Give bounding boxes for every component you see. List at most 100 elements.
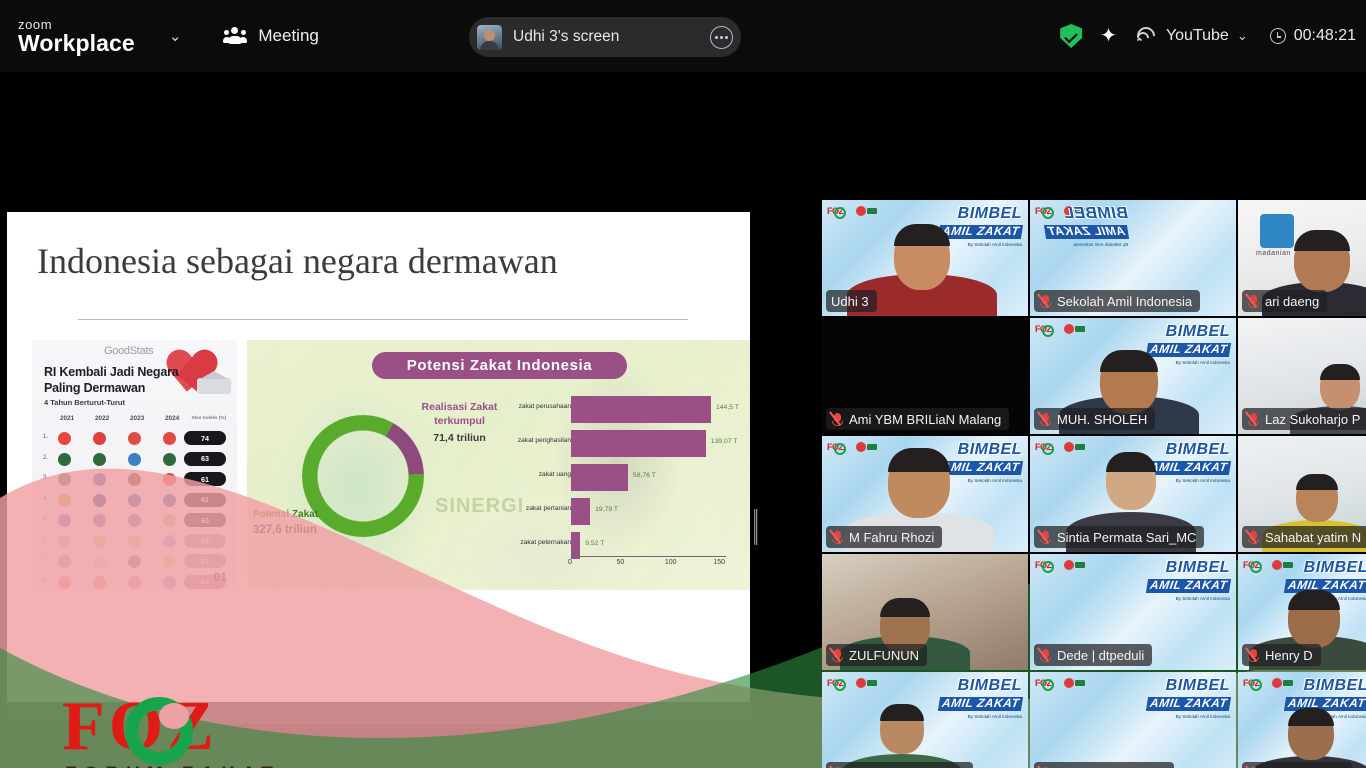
ranking-row: 5.Nigeria60 bbox=[32, 510, 237, 531]
madanian-logo-text: madanian bbox=[1256, 250, 1291, 257]
participant-tile[interactable]: BIMBELAMIL ZAKATBy Sekolah Amil Indonesi… bbox=[1238, 554, 1366, 670]
brand-zoom-text: zoom bbox=[18, 16, 53, 32]
screen-share-indicator[interactable]: Udhi 3's screen bbox=[469, 17, 741, 57]
more-options-icon[interactable] bbox=[710, 25, 733, 49]
participant-tile[interactable]: madanian ari daeng bbox=[1238, 200, 1366, 316]
infographic-subhead: 4 Tahun Berturut-Turut bbox=[44, 398, 125, 407]
participant-tile[interactable]: BIMBELAMIL ZAKATBy Sekolah Amil Indonesi… bbox=[822, 672, 1028, 768]
rank-number: 3. bbox=[43, 475, 49, 481]
foz-logo-icon bbox=[1035, 442, 1058, 455]
security-shield-icon[interactable] bbox=[1060, 24, 1083, 48]
country-score: 57 bbox=[184, 554, 226, 568]
screen-share-label: Udhi 3's screen bbox=[513, 28, 620, 45]
bar-category-label: zakat pertanian bbox=[525, 505, 571, 512]
country-flag-icon bbox=[93, 452, 106, 466]
bar-row: zakat pertanian 19,79 T bbox=[502, 497, 742, 527]
sai-logo-icon bbox=[856, 677, 878, 690]
country-flag-icon bbox=[58, 555, 71, 568]
country-flag-icon bbox=[163, 473, 176, 486]
topbar-right-group: ✦ YouTube ⌄ 00:48:21 bbox=[1060, 0, 1358, 72]
country-flag-icon bbox=[128, 575, 141, 589]
participant-tile[interactable]: ZULFUNUN bbox=[822, 554, 1028, 670]
year-column-header: 2022 bbox=[95, 415, 110, 422]
participant-tile[interactable]: BIMBELAMIL ZAKATBy Sekolah Amil Indonesi… bbox=[822, 436, 1028, 552]
ranking-row: 3.Singapura61 bbox=[32, 469, 237, 490]
year-column-header: 2021 bbox=[60, 415, 75, 422]
meeting-tab-label: Meeting bbox=[258, 26, 319, 45]
rank-number: 5. bbox=[43, 516, 49, 522]
participant-name: Udhi 3 bbox=[831, 293, 869, 309]
country-flag-icon bbox=[128, 473, 141, 486]
country-flag-icon bbox=[128, 452, 141, 466]
participant-tile[interactable]: BIMBELAMIL ZAKATBy Sekolah Amil Indonesi… bbox=[1030, 672, 1236, 768]
country-score: 63 bbox=[184, 451, 226, 466]
country-flag-icon bbox=[163, 432, 176, 445]
muted-microphone-icon bbox=[1037, 292, 1052, 309]
country-flag-icon bbox=[58, 452, 71, 466]
score-column-header: Skor Indeks (%) bbox=[191, 415, 226, 420]
bimbel-amil-zakat-graphic: BIMBEL AMIL ZAKAT By Sekolah Amil Indonesi… bbox=[1276, 678, 1366, 719]
livestream-label[interactable]: YouTube bbox=[1166, 27, 1229, 45]
rank-number: 6. bbox=[43, 536, 49, 543]
country-score: 61 bbox=[184, 472, 226, 486]
foz-subtitle: FORUM ZAKAT bbox=[65, 764, 280, 768]
year-column-header: 2024 bbox=[165, 415, 180, 422]
participant-tile[interactable]: Laz Sukoharjo P bbox=[1238, 318, 1366, 434]
bar-category-label: zakat perusahaan bbox=[518, 403, 571, 410]
participant-name: MUH. SHOLEH bbox=[1057, 411, 1148, 427]
livestream-icon[interactable] bbox=[1133, 23, 1159, 49]
ranking-table: 1.Indonesia742.Kenya633.Singapura614.Gam… bbox=[32, 428, 237, 590]
participant-tile[interactable]: Ami YBM BRILiaN Malang bbox=[822, 318, 1028, 434]
country-flag-icon bbox=[163, 514, 176, 527]
country-flag-icon bbox=[128, 432, 141, 445]
participant-tile[interactable]: BIMBELAMIL ZAKATBy Sekolah Amil Indonesi… bbox=[1030, 318, 1236, 434]
people-icon bbox=[223, 27, 248, 45]
madanian-logo bbox=[1260, 214, 1294, 248]
bar-value-label: 9,52 T bbox=[585, 540, 605, 547]
virtual-background-logos bbox=[827, 205, 878, 219]
participant-hair bbox=[1296, 474, 1338, 491]
country-flag-icon bbox=[163, 534, 176, 548]
chevron-down-icon[interactable]: ⌄ bbox=[1237, 28, 1248, 44]
bar bbox=[571, 430, 706, 457]
country-flag-icon bbox=[58, 473, 71, 486]
meeting-tab[interactable]: Meeting bbox=[223, 26, 319, 46]
participant-name-tag: Henry D bbox=[1242, 644, 1321, 666]
ai-companion-sparkle-icon[interactable]: ✦ bbox=[1100, 26, 1117, 46]
participant-name-tag: Dede | dtpeduli bbox=[1034, 644, 1153, 666]
foz-logo-icon bbox=[1243, 560, 1266, 573]
x-axis-tick: 50 bbox=[616, 559, 625, 566]
meeting-timer: 00:48:21 bbox=[1293, 27, 1356, 44]
chevron-down-icon[interactable]: ⌄ bbox=[169, 27, 182, 45]
participant-name-tag: Laz Sukoharjo P bbox=[1242, 408, 1366, 430]
sai-logo-icon bbox=[1064, 441, 1086, 454]
rank-number: 1. bbox=[43, 434, 49, 440]
participant-tile[interactable]: BIMBELAMIL ZAKATBy Sekolah Amil Indonesi… bbox=[822, 200, 1028, 316]
potensi-label-text: Potensi Zakat bbox=[253, 509, 319, 520]
participant-tile[interactable]: BIMBELAMIL ZAKATBy Sekolah Amil Indonesi… bbox=[1238, 672, 1366, 768]
virtual-background-logos bbox=[827, 441, 878, 455]
share-drag-handle[interactable] bbox=[754, 509, 758, 545]
virtual-background-logos bbox=[1035, 559, 1086, 573]
potensi-label: Potensi Zakat 327,6 triliun bbox=[253, 508, 373, 538]
bimbel-amil-zakat-graphic: BIMBEL AMIL ZAKAT By Sekolah Amil Indonesi… bbox=[1138, 678, 1232, 719]
country-score: 61 bbox=[184, 492, 226, 507]
participant-tile[interactable]: BIMBELAMIL ZAKATBy Sekolah Amil Indonesi… bbox=[1030, 436, 1236, 552]
ranking-row: 2.Kenya63 bbox=[32, 449, 237, 470]
participant-name: Dede | dtpeduli bbox=[1057, 647, 1145, 663]
participant-hair bbox=[880, 704, 924, 721]
participant-tile[interactable]: BIMBELAMIL ZAKATBy Sekolah Amil Indonesi… bbox=[1030, 200, 1236, 316]
shared-screen-slide[interactable]: Indonesia sebagai negara dermawan GoodSt… bbox=[7, 212, 750, 702]
muted-microphone-icon bbox=[1245, 410, 1260, 427]
virtual-background-logos bbox=[1035, 323, 1086, 337]
participant-name: Sahabat yatim N bbox=[1265, 529, 1362, 545]
participant-tile[interactable]: BIMBELAMIL ZAKATBy Sekolah Amil Indonesi… bbox=[1030, 554, 1236, 670]
infographic-headline: RI Kembali Jadi Negara Paling Dermawan bbox=[44, 364, 179, 396]
participant-name: Ami YBM BRILiaN Malang bbox=[849, 411, 1002, 427]
sai-logo-icon bbox=[856, 441, 878, 454]
rank-number: 2. bbox=[43, 454, 49, 461]
bar-category-label: zakat penghasilan bbox=[517, 437, 571, 444]
participant-tile[interactable]: Sahabat yatim N bbox=[1238, 436, 1366, 552]
participant-name: ZULFUNUN bbox=[849, 647, 920, 663]
rank-number: 4. bbox=[43, 495, 49, 502]
